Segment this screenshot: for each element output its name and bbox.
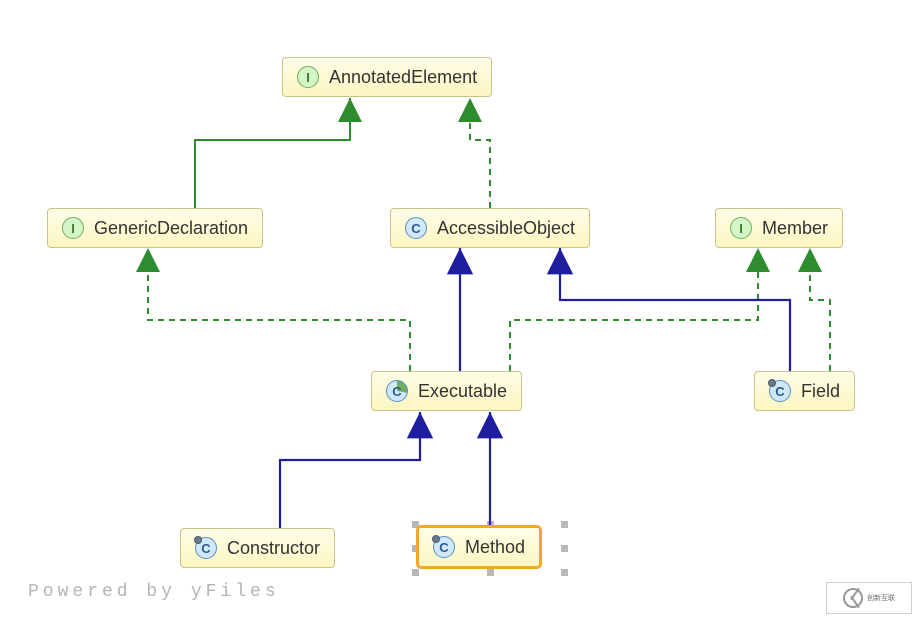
node-label: GenericDeclaration [94, 218, 248, 239]
footer-credit: Powered by yFiles [28, 582, 280, 602]
abstract-class-icon: C [386, 380, 408, 402]
interface-icon: I [297, 66, 319, 88]
node-label: Executable [418, 381, 507, 402]
node-method[interactable]: C Method [417, 526, 541, 568]
class-icon: C [433, 536, 455, 558]
selection-handle[interactable] [487, 569, 494, 576]
node-label: Method [465, 537, 525, 558]
selection-handle[interactable] [412, 569, 419, 576]
node-label: Member [762, 218, 828, 239]
class-icon: C [195, 537, 217, 559]
node-executable[interactable]: C Executable [371, 371, 522, 411]
selection-handle[interactable] [561, 569, 568, 576]
logo-icon [843, 588, 863, 608]
node-constructor[interactable]: C Constructor [180, 528, 335, 568]
node-label: AccessibleObject [437, 218, 575, 239]
logo-text: 创新互联 [867, 595, 895, 602]
final-dot-icon [768, 379, 776, 387]
selection-handle[interactable] [561, 521, 568, 528]
node-accessible-object[interactable]: C AccessibleObject [390, 208, 590, 248]
watermark-logo: 创新互联 [826, 582, 912, 614]
node-label: Constructor [227, 538, 320, 559]
node-annotated-element[interactable]: I AnnotatedElement [282, 57, 492, 97]
node-label: Field [801, 381, 840, 402]
node-field[interactable]: C Field [754, 371, 855, 411]
node-generic-declaration[interactable]: I GenericDeclaration [47, 208, 263, 248]
interface-icon: I [730, 217, 752, 239]
class-icon: C [769, 380, 791, 402]
class-icon: C [405, 217, 427, 239]
selection-handle[interactable] [561, 545, 568, 552]
final-dot-icon [432, 535, 440, 543]
interface-icon: I [62, 217, 84, 239]
node-member[interactable]: I Member [715, 208, 843, 248]
node-label: AnnotatedElement [329, 67, 477, 88]
final-dot-icon [194, 536, 202, 544]
